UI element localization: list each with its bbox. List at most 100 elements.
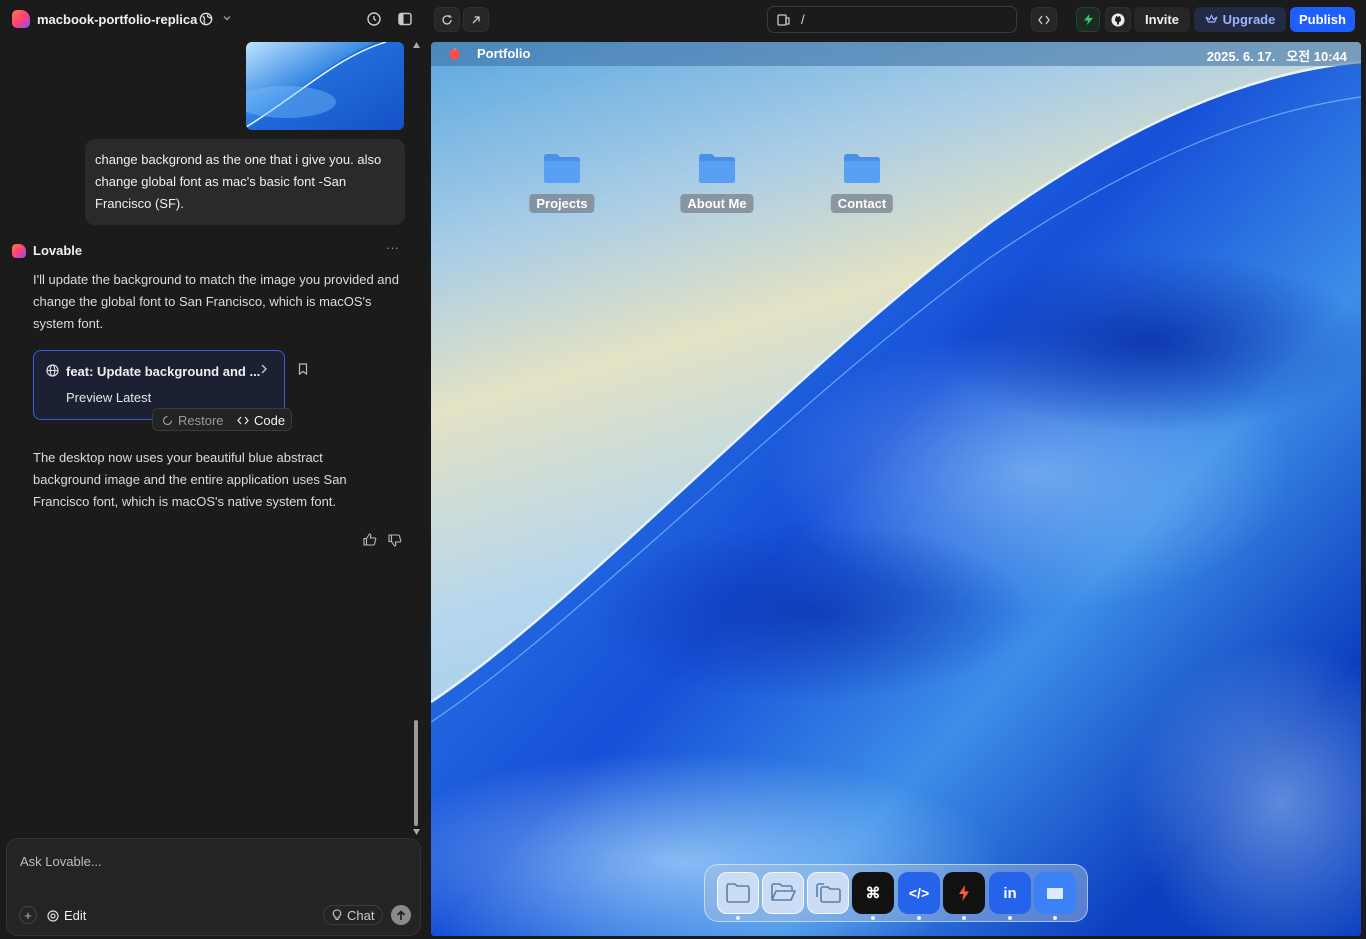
url-path: / bbox=[801, 12, 805, 27]
dock-item-code[interactable]: </> bbox=[898, 872, 940, 914]
chevron-down-icon[interactable] bbox=[221, 12, 233, 24]
code-view-button[interactable] bbox=[1031, 7, 1057, 32]
apple-logo-icon[interactable] bbox=[448, 47, 461, 61]
folder-label: About Me bbox=[680, 194, 754, 213]
thumbs-down-icon[interactable] bbox=[388, 534, 402, 547]
chat-input[interactable]: Ask Lovable... + Edit Chat bbox=[6, 838, 421, 936]
folder-label: Projects bbox=[529, 194, 595, 213]
mac-dock: ⌘ </> in bbox=[704, 864, 1088, 922]
edit-mode-button[interactable]: Edit bbox=[47, 908, 86, 923]
dock-running-indicator bbox=[1053, 916, 1057, 920]
globe-icon bbox=[199, 12, 213, 26]
chat-panel: change backgrond as the one that i give … bbox=[0, 40, 431, 939]
invite-button[interactable]: Invite bbox=[1134, 7, 1190, 32]
folder-icon bbox=[699, 154, 735, 183]
dock-item-bolt[interactable] bbox=[943, 872, 985, 914]
dock-running-indicator bbox=[736, 916, 740, 920]
dock-item-window[interactable] bbox=[1034, 872, 1076, 914]
bolt-icon bbox=[1083, 14, 1093, 25]
project-name[interactable]: macbook-portfolio-replica bbox=[37, 12, 197, 27]
desktop-folder-about-me[interactable]: About Me bbox=[680, 152, 754, 220]
more-options-icon[interactable]: ··· bbox=[386, 240, 399, 255]
restore-button[interactable]: Restore bbox=[162, 413, 224, 428]
command-icon: ⌘ bbox=[865, 885, 881, 902]
chat-mode-button[interactable]: Chat bbox=[323, 905, 384, 925]
crown-icon bbox=[1205, 14, 1218, 23]
desktop-folder-contact[interactable]: Contact bbox=[827, 152, 897, 220]
folder-icon bbox=[726, 883, 750, 903]
open-external-button[interactable] bbox=[463, 7, 489, 32]
folder-label: Contact bbox=[830, 194, 894, 213]
folder-icon bbox=[544, 154, 580, 183]
lightbulb-icon bbox=[332, 909, 342, 921]
lovable-logo-icon[interactable] bbox=[12, 10, 30, 28]
thumbs-up-icon[interactable] bbox=[363, 533, 377, 546]
sidebar-toggle-icon[interactable] bbox=[397, 11, 413, 27]
code-icon: </> bbox=[908, 885, 930, 901]
refresh-button[interactable] bbox=[434, 7, 460, 32]
bolt-icon bbox=[959, 885, 969, 901]
menubar-clock: 2025. 6. 17. 오전 10:44 bbox=[1206, 49, 1347, 64]
code-button[interactable]: Code bbox=[237, 413, 285, 428]
restore-code-bar: Restore Code bbox=[152, 408, 292, 431]
bookmark-icon[interactable] bbox=[298, 363, 308, 375]
top-bar: macbook-portfolio-replica / Invite Upgra… bbox=[0, 0, 1366, 40]
wallpaper-thumbnail-image bbox=[246, 42, 404, 130]
dock-running-indicator bbox=[962, 916, 966, 920]
edit-label: Edit bbox=[64, 908, 87, 923]
upgrade-label: Upgrade bbox=[1222, 12, 1276, 27]
device-icon bbox=[777, 14, 790, 26]
dock-item-linkedin[interactable]: in bbox=[989, 872, 1031, 914]
supabase-button[interactable] bbox=[1076, 7, 1100, 32]
upgrade-button[interactable]: Upgrade bbox=[1194, 7, 1286, 32]
window-icon bbox=[1047, 887, 1063, 899]
history-icon[interactable] bbox=[366, 11, 382, 27]
attached-image-thumbnail[interactable] bbox=[246, 42, 404, 130]
arrow-up-icon bbox=[396, 909, 406, 920]
desktop-folder-projects[interactable]: Projects bbox=[527, 152, 597, 220]
assistant-reply-2: The desktop now uses your beautiful blue… bbox=[33, 450, 347, 509]
github-icon bbox=[1111, 13, 1125, 26]
arrow-up-right-icon bbox=[472, 15, 480, 23]
dock-item-terminal[interactable]: ⌘ bbox=[852, 872, 894, 914]
assistant-reply-1: I'll update the background to match the … bbox=[33, 272, 399, 331]
publish-button[interactable]: Publish bbox=[1290, 7, 1355, 32]
dock-item-open-folder[interactable] bbox=[762, 872, 804, 914]
chat-input-placeholder: Ask Lovable... bbox=[20, 854, 102, 869]
target-icon bbox=[47, 909, 59, 922]
dock-item-folders[interactable] bbox=[807, 872, 849, 914]
stacked-folders-icon bbox=[816, 883, 841, 903]
preview-pane: Portfolio 2025. 6. 17. 오전 10:44 Projects… bbox=[431, 42, 1361, 936]
chat-label: Chat bbox=[347, 907, 375, 923]
add-attachment-button[interactable]: + bbox=[19, 906, 37, 924]
user-message-bubble: change backgrond as the one that i give … bbox=[85, 139, 405, 225]
dock-running-indicator bbox=[917, 916, 921, 920]
scroll-down-arrow-icon[interactable] bbox=[413, 829, 420, 835]
restore-label: Restore bbox=[178, 413, 224, 428]
linkedin-icon: in bbox=[1003, 884, 1017, 902]
code-label: Code bbox=[254, 413, 286, 428]
refresh-icon bbox=[442, 14, 452, 25]
open-folder-icon bbox=[771, 883, 796, 901]
send-button[interactable] bbox=[391, 905, 411, 925]
commit-title: feat: Update background and ... bbox=[66, 364, 261, 379]
dock-running-indicator bbox=[1008, 916, 1012, 920]
assistant-name: Lovable bbox=[33, 243, 83, 258]
chat-scrollbar[interactable] bbox=[414, 720, 418, 826]
chevron-right-icon[interactable] bbox=[260, 364, 268, 374]
dock-item-finder[interactable] bbox=[717, 872, 759, 914]
dock-running-indicator bbox=[871, 916, 875, 920]
github-button[interactable] bbox=[1105, 7, 1131, 32]
url-bar[interactable]: / bbox=[767, 6, 1017, 33]
folder-icon bbox=[844, 154, 880, 183]
code-icon bbox=[237, 416, 249, 425]
code-icon bbox=[1038, 15, 1050, 24]
restore-icon bbox=[162, 415, 173, 426]
scroll-up-arrow-icon[interactable] bbox=[413, 42, 420, 48]
preview-latest-link[interactable]: Preview Latest bbox=[66, 390, 151, 405]
mac-menubar: Portfolio 2025. 6. 17. 오전 10:44 bbox=[431, 42, 1361, 66]
menubar-app-title[interactable]: Portfolio bbox=[477, 46, 530, 61]
globe-icon bbox=[46, 364, 59, 377]
lovable-avatar-icon bbox=[12, 244, 26, 258]
plus-icon: + bbox=[24, 907, 32, 923]
